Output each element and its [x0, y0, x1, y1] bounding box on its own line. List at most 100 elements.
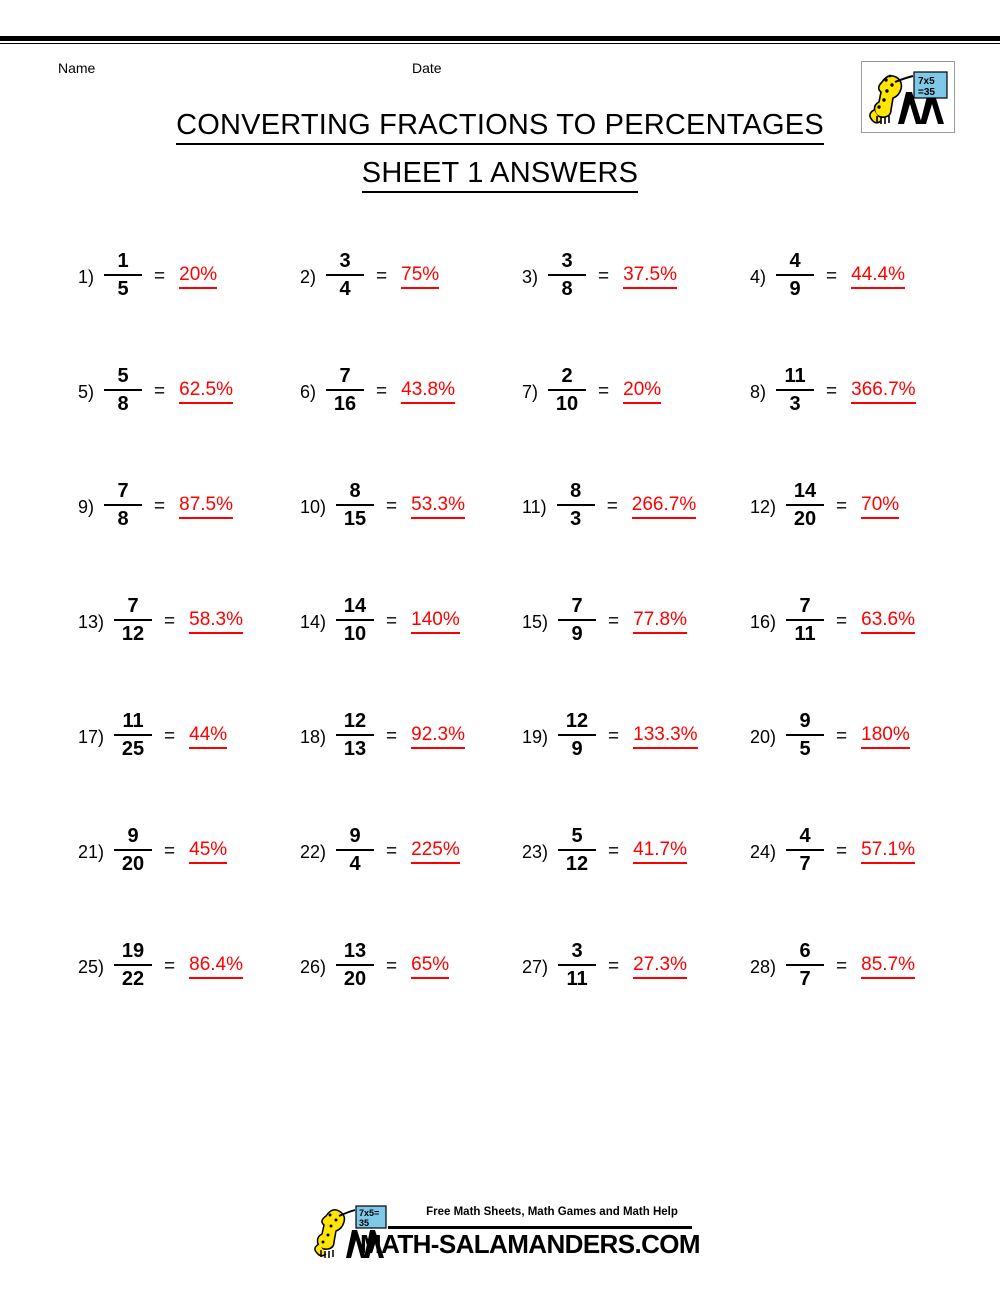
fraction: 19 22 [114, 941, 153, 989]
fraction-denominator: 25 [121, 738, 145, 760]
problem-number: 16) [750, 612, 777, 632]
answer-value: 140% [411, 607, 460, 634]
equals-sign: = [164, 725, 176, 747]
fraction-denominator: 5 [117, 278, 129, 300]
equals-sign: = [606, 495, 618, 517]
problem-item: 1) 1 5 = 20% [78, 236, 218, 314]
answer-value: 44% [189, 722, 228, 749]
equals-sign: = [386, 840, 398, 862]
problem-sheet: 1) 1 5 = 20% 2) 3 4 = 75% 3) 3 8 = 37.5% 4) 4 9 = 44.4% 5) 5 8… [0, 236, 1000, 1041]
problem-number: 14) [300, 612, 327, 632]
problem-number: 3) [522, 267, 539, 287]
fraction-numerator: 7 [799, 595, 811, 617]
page-title: CONVERTING FRACTIONS TO PERCENTAGES [0, 109, 1000, 145]
fraction: 9 20 [114, 826, 153, 874]
fraction-denominator: 13 [343, 738, 367, 760]
fraction-numerator: 7 [117, 480, 129, 502]
problem-number: 27) [522, 957, 549, 977]
fraction-numerator: 7 [339, 365, 351, 387]
footer: 7x5= 35 Free Math Sheets, Math Games and… [0, 1196, 1000, 1268]
problem-item: 3) 3 8 = 37.5% [522, 236, 677, 314]
fraction-numerator: 3 [339, 250, 351, 272]
fraction-numerator: 12 [565, 710, 589, 732]
fraction-numerator: 7 [571, 595, 583, 617]
problem-number: 1) [78, 267, 95, 287]
fraction: 79 [558, 595, 597, 645]
problem-item: 21) 9 20 = 45% [78, 811, 228, 889]
answer-value: 20% [179, 262, 218, 289]
equals-sign: = [376, 265, 388, 287]
problem-item: 20) 9 5 = 180% [750, 696, 910, 774]
problem-number: 23) [522, 842, 549, 862]
problem-number: 26) [300, 957, 327, 977]
problem-item: 7) 2 10 = 20% [522, 351, 662, 429]
problem-item: 24) 4 7 = 57.1% [750, 811, 915, 889]
problem-number: 24) [750, 842, 777, 862]
equals-sign: = [154, 495, 166, 517]
answer-value: 58.3% [189, 607, 243, 634]
problem-item: 10) 8 15 = 53.3% [300, 466, 465, 544]
answer-value: 45% [189, 837, 228, 864]
page-subtitle-text: SHEET 1 ANSWERS [361, 157, 639, 193]
problem-number: 21) [78, 842, 105, 862]
fraction-denominator: 11 [566, 968, 588, 990]
fraction-denominator: 9 [571, 738, 583, 760]
fraction-denominator: 4 [339, 278, 351, 300]
fraction: 94 [336, 825, 375, 874]
problem-number: 22) [300, 842, 327, 862]
problem-row: 17) 11 25 = 44% 18) 12 13 = 92.3% 19) 12 9 = 133.3% 20)… [0, 696, 1000, 811]
equals-sign: = [608, 840, 620, 862]
equals-sign: = [164, 955, 176, 977]
fraction: 14 10 [336, 596, 375, 644]
equals-sign: = [386, 495, 398, 517]
fraction-numerator: 9 [349, 825, 361, 847]
answer-value: 77.8% [633, 607, 687, 634]
fraction: 95 [786, 711, 825, 759]
fraction: 3 11 [558, 941, 597, 990]
answer-value: 27.3% [633, 952, 687, 979]
fraction-denominator: 9 [571, 623, 583, 645]
equals-sign: = [608, 610, 620, 632]
footer-board-line1: 7x5= [359, 1208, 379, 1218]
problem-item: 11) 8 3 = 266.7% [522, 466, 697, 544]
fraction: 7 11 [786, 595, 825, 645]
answer-value: 65% [411, 952, 450, 979]
fraction: 67 [786, 941, 825, 989]
problem-row: 9) 7 8 = 87.5% 10) 8 15 = 53.3% 11) 8 3 = 266.7% 12) 14 2… [0, 466, 1000, 581]
equals-sign: = [826, 265, 838, 287]
problem-item: 22) 9 4 = 225% [300, 811, 460, 889]
answer-value: 37.5% [623, 262, 677, 289]
fraction: 7 12 [114, 595, 153, 644]
fraction-denominator: 8 [117, 508, 129, 530]
answer-value: 266.7% [631, 492, 697, 519]
fraction-denominator: 3 [789, 393, 801, 415]
fraction: 11 25 [114, 711, 153, 760]
header-divider-thick [0, 36, 1000, 41]
fraction-denominator: 16 [333, 393, 357, 415]
footer-website-url: MATH-SALAMANDERS.COM [360, 1229, 701, 1259]
problem-item: 18) 12 13 = 92.3% [300, 696, 465, 774]
problem-number: 20) [750, 727, 777, 747]
problem-item: 9) 7 8 = 87.5% [78, 466, 233, 544]
fraction-denominator: 7 [799, 853, 811, 875]
fraction-denominator: 20 [343, 968, 367, 990]
problem-number: 6) [300, 382, 317, 402]
problem-row: 1) 1 5 = 20% 2) 3 4 = 75% 3) 3 8 = 37.5% 4) 4 9 = 44.4% [0, 236, 1000, 351]
footer-board-line2: 35 [359, 1218, 369, 1228]
problem-item: 14) 14 10 = 140% [300, 581, 460, 659]
fraction-denominator: 15 [343, 508, 367, 530]
equals-sign: = [376, 380, 388, 402]
fraction-numerator: 5 [117, 365, 129, 387]
problem-item: 28) 6 7 = 85.7% [750, 926, 915, 1004]
fraction-numerator: 7 [127, 595, 139, 617]
problem-item: 17) 11 25 = 44% [78, 696, 228, 774]
problem-item: 15) 7 9 = 77.8% [522, 581, 687, 659]
equals-sign: = [836, 495, 848, 517]
fraction-denominator: 20 [793, 508, 817, 530]
fraction-denominator: 11 [794, 623, 816, 645]
answer-value: 44.4% [851, 262, 905, 289]
problem-number: 2) [300, 267, 317, 287]
equals-sign: = [598, 265, 610, 287]
fraction: 14 20 [786, 481, 825, 530]
board-line2-text: =35 [918, 87, 935, 98]
